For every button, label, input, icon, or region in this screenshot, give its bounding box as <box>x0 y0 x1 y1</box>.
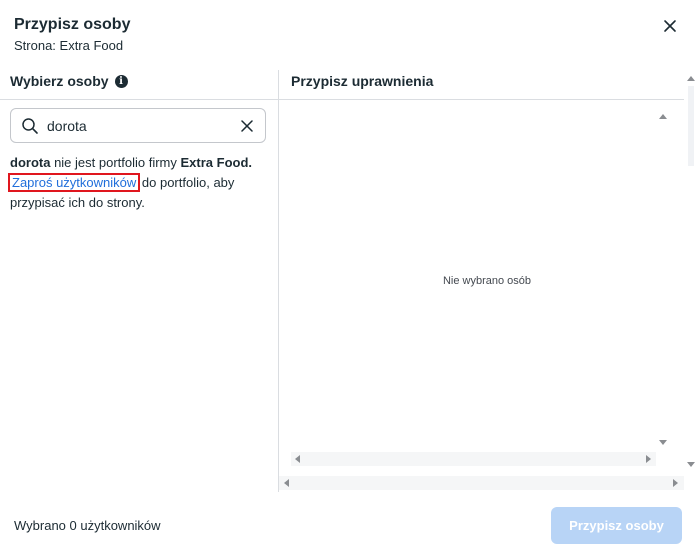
not-in-portfolio-message: dorota nie jest portfolio firmy Extra Fo… <box>7 153 272 213</box>
scroll-down-arrow-icon[interactable] <box>659 440 667 445</box>
assign-permissions-title: Przypisz uprawnienia <box>291 73 434 89</box>
scroll-left-arrow-icon[interactable] <box>284 479 289 487</box>
search-icon <box>22 118 38 134</box>
scroll-down-arrow-icon[interactable] <box>687 462 695 467</box>
search-input[interactable] <box>47 117 237 135</box>
select-people-heading: Wybierz osoby i <box>10 73 128 89</box>
searched-name: dorota <box>10 155 51 170</box>
scroll-up-arrow-icon[interactable] <box>659 114 667 119</box>
dialog-subtitle: Strona: Extra Food <box>14 38 124 53</box>
scroll-thumb[interactable] <box>688 86 694 166</box>
scroll-up-arrow-icon[interactable] <box>687 76 695 81</box>
panel-horizontal-scrollbar[interactable] <box>279 476 684 490</box>
dialog-vertical-scrollbar[interactable] <box>684 70 698 470</box>
scroll-left-arrow-icon[interactable] <box>295 455 300 463</box>
invite-users-link[interactable]: Zaproś użytkowników <box>7 173 141 192</box>
people-search-box[interactable] <box>10 108 266 143</box>
permissions-panel: Nie wybrano osób <box>279 100 684 492</box>
selected-count-text: Wybrano 0 użytkowników <box>14 518 161 533</box>
close-button[interactable] <box>660 16 680 36</box>
assign-people-dialog: Przypisz osoby Strona: Extra Food Wybier… <box>0 0 700 557</box>
company-name: Extra Food. <box>180 155 253 170</box>
permissions-list-area: Nie wybrano osób <box>279 100 656 452</box>
clear-icon[interactable] <box>239 118 255 134</box>
scroll-right-arrow-icon[interactable] <box>646 455 651 463</box>
assign-people-button[interactable]: Przypisz osoby <box>551 507 682 544</box>
close-icon <box>664 20 676 32</box>
select-people-title: Wybierz osoby <box>10 73 109 89</box>
no-people-selected-text: Nie wybrano osób <box>442 275 532 287</box>
permissions-vertical-scrollbar[interactable] <box>656 110 670 458</box>
permissions-horizontal-scrollbar[interactable] <box>291 452 656 466</box>
message-text-1: nie jest portfolio firmy <box>50 155 181 170</box>
dialog-header: Przypisz osoby Strona: Extra Food <box>0 0 700 64</box>
scroll-right-arrow-icon[interactable] <box>673 479 678 487</box>
dialog-title: Przypisz osoby <box>14 16 131 33</box>
info-icon[interactable]: i <box>114 74 128 88</box>
